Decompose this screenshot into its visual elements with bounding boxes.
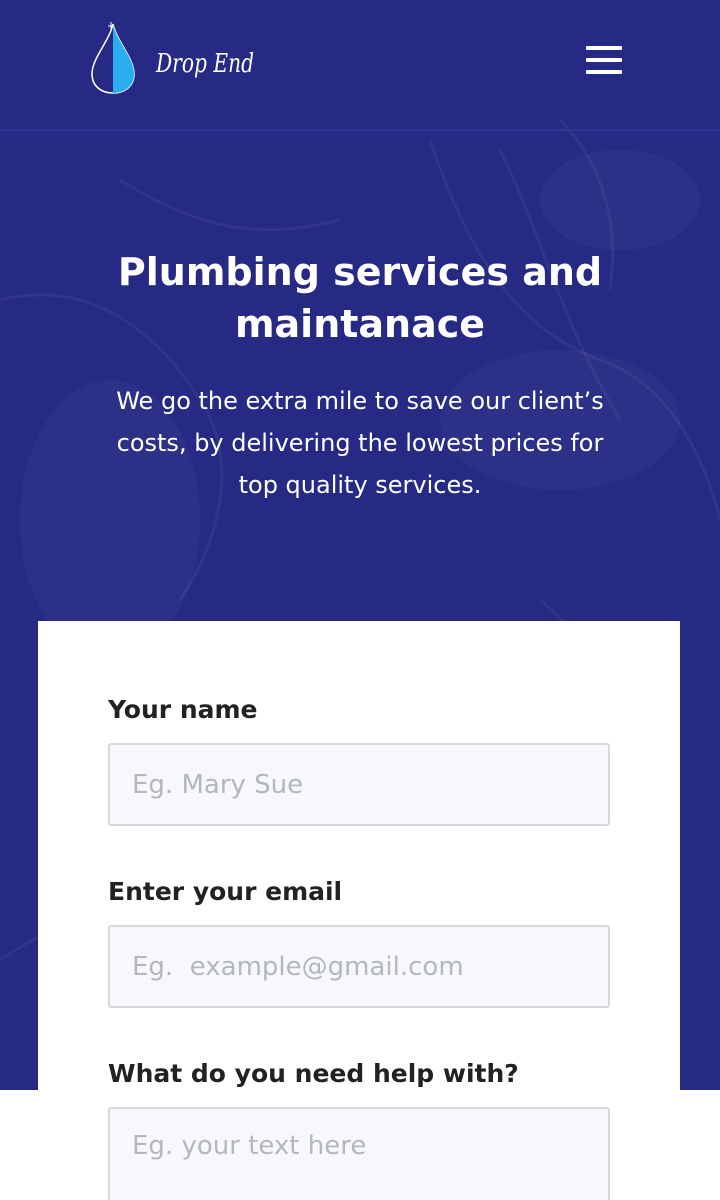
menu-bar-top xyxy=(586,46,622,50)
hero-title-line-1: Plumbing services and xyxy=(117,250,603,294)
email-input[interactable] xyxy=(108,925,610,1008)
hero-subtitle-line-3: top quality services. xyxy=(238,471,482,499)
hero-title: Plumbing services and maintanace xyxy=(60,246,660,350)
email-label: Enter your email xyxy=(108,877,343,906)
logo-wordmark: Drop End xyxy=(155,49,254,79)
hero-title-line-2: maintanace xyxy=(234,302,486,346)
hero-subtitle-line-2: costs, by delivering the lowest prices f… xyxy=(116,429,604,457)
page: Drop End Plumbing services and maintanac… xyxy=(0,0,720,1200)
help-textarea[interactable] xyxy=(108,1107,610,1200)
help-label: What do you need help with? xyxy=(108,1059,519,1088)
hero-subtitle-line-1: We go the extra mile to save our client’… xyxy=(116,387,604,415)
svg-text:Drop End: Drop End xyxy=(155,49,254,79)
hamburger-menu-icon[interactable] xyxy=(582,42,626,78)
site-header: Drop End xyxy=(0,0,720,131)
menu-bar-bottom xyxy=(586,70,622,74)
hero-subtitle: We go the extra mile to save our client’… xyxy=(90,380,630,506)
logo[interactable]: Drop End xyxy=(88,20,268,96)
contact-form: Your name Enter your email What do you n… xyxy=(38,621,680,1200)
name-input[interactable] xyxy=(108,743,610,826)
water-drop-logo-icon xyxy=(91,22,135,94)
menu-bar-middle xyxy=(586,58,622,62)
name-label: Your name xyxy=(108,695,258,724)
